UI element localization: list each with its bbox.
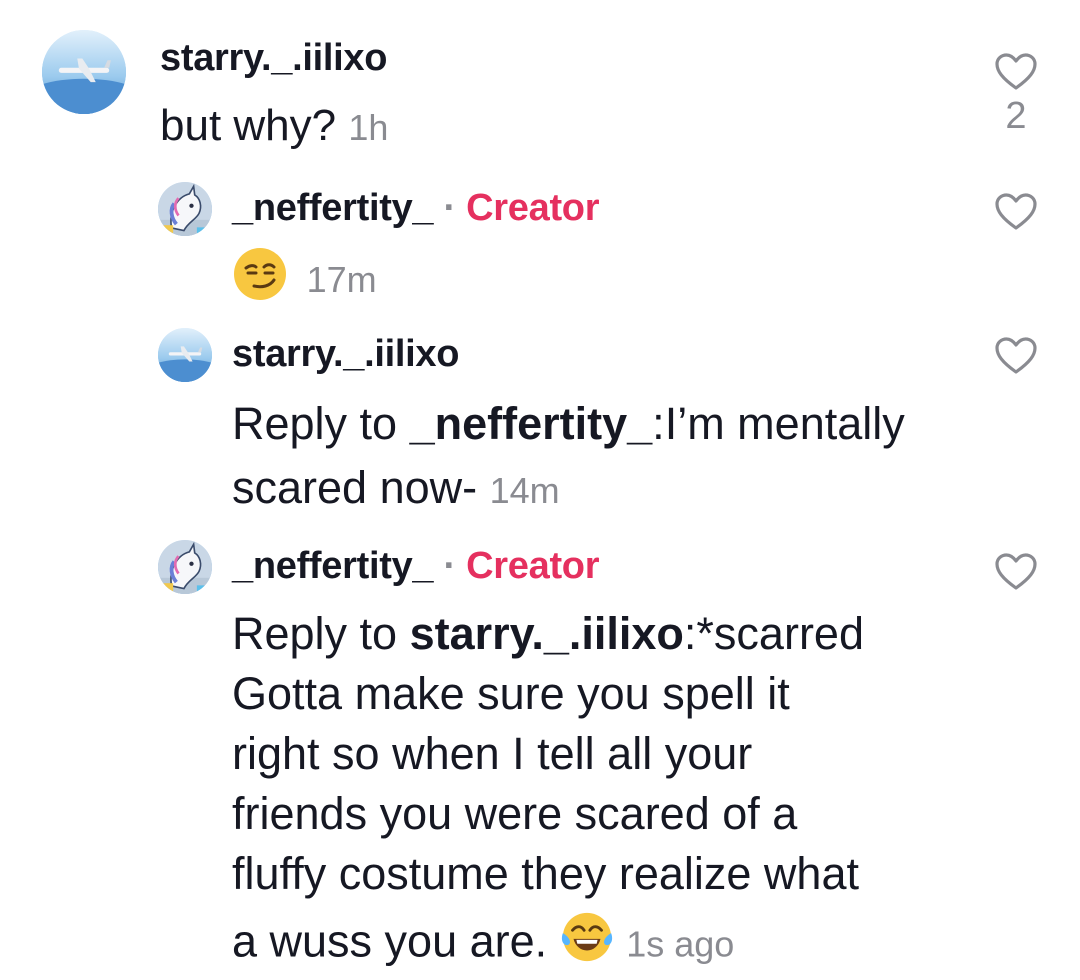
like-button[interactable]: 2 [986, 52, 1046, 136]
tears-of-joy-emoji [560, 910, 614, 979]
comment-text: but why? 1h [160, 100, 388, 154]
comment-username[interactable]: _neffertity_ [232, 187, 434, 229]
comment-body: a wuss you are. [232, 915, 548, 967]
comment-line: Reply to starry._.iilixo:*scarred [232, 604, 1032, 664]
comment-line: Reply to _neffertity_:I’m mentally [232, 392, 1022, 456]
separator-dot: · [443, 545, 457, 587]
reply-colon: : [652, 398, 665, 449]
comment-time: 14m [489, 470, 560, 511]
comment-username-line: _neffertity_ · Creator [232, 544, 600, 588]
comment-body: but why? [160, 101, 337, 150]
avatar[interactable] [158, 328, 212, 382]
like-count: 2 [1005, 95, 1027, 137]
comment-text: Reply to starry._.iilixo:*scarred Gotta … [232, 604, 1032, 979]
comment-body: I’m mentally [664, 398, 905, 449]
comment-username-line: _neffertity_ · Creator [232, 186, 600, 230]
creator-badge: Creator [466, 187, 600, 229]
comment-body: *scarred [696, 608, 864, 659]
comment-text: 17m [232, 246, 377, 318]
comment-username[interactable]: starry._.iilixo [232, 332, 459, 376]
smirking-face-emoji [232, 246, 288, 318]
heart-icon [994, 552, 1038, 592]
avatar[interactable] [158, 182, 212, 236]
reply-target-link[interactable]: starry._.iilixo [410, 608, 684, 659]
like-button[interactable] [986, 552, 1046, 592]
creator-badge: Creator [466, 545, 600, 587]
heart-icon [994, 336, 1038, 376]
comment-line: scared now- 14m [232, 456, 1022, 523]
comment-line: right so when I tell all your [232, 728, 753, 779]
avatar[interactable] [42, 30, 126, 114]
comment-time: 1s ago [626, 923, 735, 965]
comment-body: scared now- [232, 462, 478, 513]
reply-colon: : [683, 608, 697, 659]
heart-icon [994, 52, 1038, 92]
avatar[interactable] [158, 540, 212, 594]
reply-prefix: Reply to [232, 398, 410, 449]
like-button[interactable] [986, 336, 1046, 376]
comment-line: a wuss you are. 1s ago [232, 910, 1032, 979]
reply-target-link[interactable]: _neffertity_ [410, 398, 653, 449]
reply-prefix: Reply to [232, 608, 410, 659]
comment-username[interactable]: _neffertity_ [232, 545, 434, 587]
comment-username[interactable]: starry._.iilixo [160, 36, 387, 80]
heart-icon [994, 192, 1038, 232]
comment-line: fluffy costume they realize what [232, 848, 859, 899]
like-button[interactable] [986, 192, 1046, 232]
comment-time: 1h [348, 107, 389, 148]
comment-line: friends you were scared of a [232, 788, 798, 839]
comment-line: Gotta make sure you spell it [232, 668, 790, 719]
comment-time: 17m [306, 259, 377, 301]
comment-text: Reply to _neffertity_:I’m mentally scare… [232, 392, 1022, 523]
separator-dot: · [443, 187, 457, 229]
